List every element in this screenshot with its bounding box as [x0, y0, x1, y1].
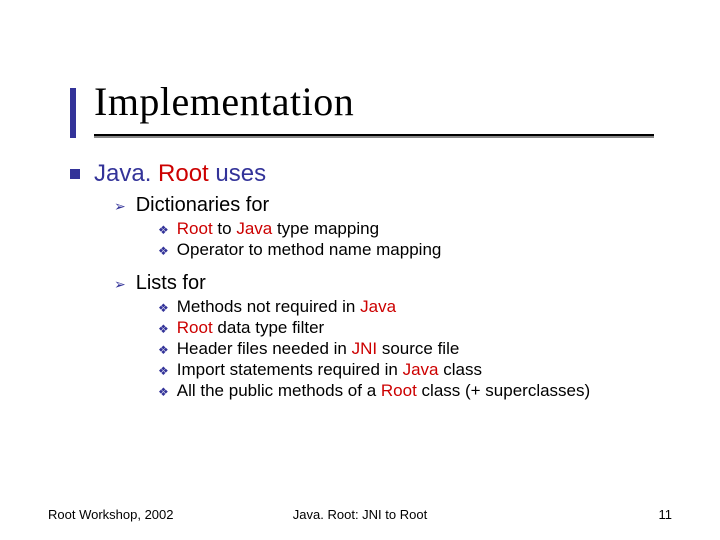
- lvl1-text: Java. Root uses: [94, 160, 266, 188]
- title-block: Implementation: [70, 78, 354, 125]
- footer: Root Workshop, 2002 Java. Root: JNI to R…: [48, 507, 672, 522]
- lvl3-text: Header files needed in JNI source file: [177, 339, 460, 359]
- diamond-bullet-icon: ❖: [158, 364, 169, 378]
- footer-left: Root Workshop, 2002: [48, 507, 174, 522]
- lvl3-text: Operator to method name mapping: [177, 240, 442, 260]
- footer-page-number: 11: [659, 507, 673, 522]
- text-highlight: Root: [381, 381, 417, 400]
- text-fragment: type mapping: [272, 219, 379, 238]
- text-fragment: All the public methods of a: [177, 381, 381, 400]
- text-highlight: Java: [236, 219, 272, 238]
- slide-body: Java. Root uses ➢ Dictionaries for ❖ Roo…: [70, 160, 690, 402]
- bullet-level3: ❖ Root data type filter: [158, 318, 690, 338]
- lvl2-text: Lists for: [136, 272, 206, 295]
- lvl3-text: All the public methods of a Root class (…: [177, 381, 590, 401]
- text-fragment: Header files needed in: [177, 339, 352, 358]
- bullet-level3: ❖ Import statements required in Java cla…: [158, 360, 690, 380]
- lvl3-text: Root to Java type mapping: [177, 219, 379, 239]
- slide-title: Implementation: [94, 78, 354, 125]
- text-fragment: class: [439, 360, 482, 379]
- text-fragment: data type filter: [213, 318, 325, 337]
- diamond-bullet-icon: ❖: [158, 223, 169, 237]
- bullet-level2: ➢ Dictionaries for: [114, 194, 690, 217]
- diamond-bullet-icon: ❖: [158, 385, 169, 399]
- bullet-level2: ➢ Lists for: [114, 272, 690, 295]
- text-highlight: Root: [177, 219, 213, 238]
- lvl2-text: Dictionaries for: [136, 194, 269, 217]
- text-fragment: class (+ superclasses): [417, 381, 590, 400]
- bullet-level1: Java. Root uses: [70, 160, 690, 188]
- arrow-bullet-icon: ➢: [114, 198, 126, 215]
- lvl3-text: Import statements required in Java class: [177, 360, 482, 380]
- text-highlight: JNI: [352, 339, 378, 358]
- title-underline: [94, 134, 654, 136]
- text-highlight: Java: [360, 297, 396, 316]
- bullet-level3: ❖ Operator to method name mapping: [158, 240, 690, 260]
- text-fragment: source file: [377, 339, 459, 358]
- bullet-level3: ❖ Methods not required in Java: [158, 297, 690, 317]
- text-highlight: Root: [158, 160, 209, 187]
- square-bullet-icon: [70, 169, 80, 179]
- text-fragment: Java.: [94, 160, 158, 187]
- lvl3-text: Root data type filter: [177, 318, 324, 338]
- text-highlight: Root: [177, 318, 213, 337]
- text-highlight: Java: [403, 360, 439, 379]
- lvl3-text: Methods not required in Java: [177, 297, 396, 317]
- slide: Implementation Java. Root uses ➢ Diction…: [0, 0, 720, 540]
- text-fragment: Methods not required in: [177, 297, 360, 316]
- accent-bar: [70, 88, 76, 138]
- text-fragment: uses: [209, 160, 266, 187]
- diamond-bullet-icon: ❖: [158, 244, 169, 258]
- diamond-bullet-icon: ❖: [158, 343, 169, 357]
- text-fragment: to: [213, 219, 237, 238]
- text-fragment: Import statements required in: [177, 360, 403, 379]
- bullet-level3: ❖ Header files needed in JNI source file: [158, 339, 690, 359]
- bullet-level3: ❖ All the public methods of a Root class…: [158, 381, 690, 401]
- diamond-bullet-icon: ❖: [158, 322, 169, 336]
- arrow-bullet-icon: ➢: [114, 276, 126, 293]
- diamond-bullet-icon: ❖: [158, 301, 169, 315]
- bullet-level3: ❖ Root to Java type mapping: [158, 219, 690, 239]
